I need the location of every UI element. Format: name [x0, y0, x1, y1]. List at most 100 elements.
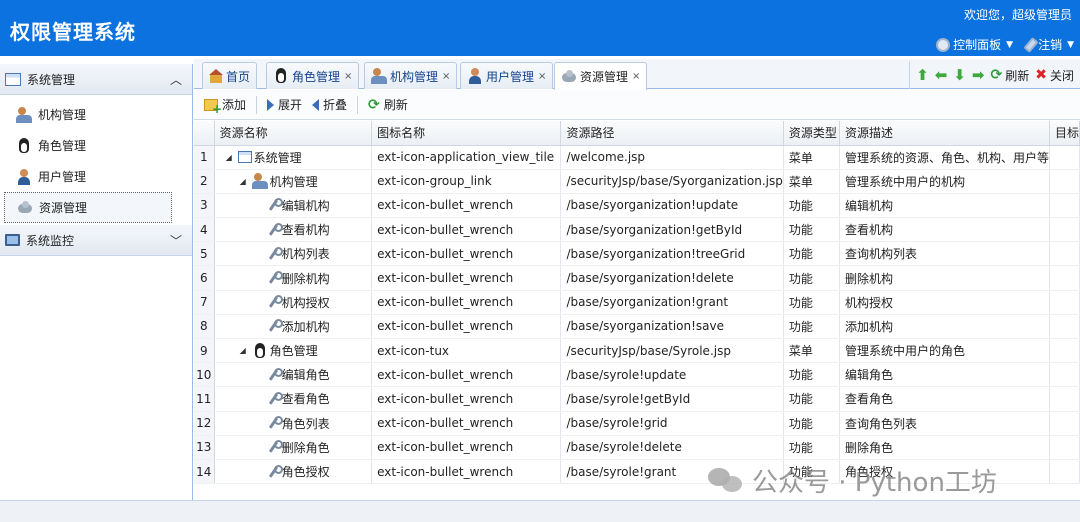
- cell-name: 查看机构: [214, 217, 373, 243]
- cell-path: /welcome.jsp: [560, 145, 784, 170]
- accordion-system-monitor[interactable]: 系统监控 ﹀: [0, 225, 192, 256]
- sidebar-item-resources[interactable]: 资源管理: [4, 192, 172, 223]
- accordion-label: 系统监控: [26, 233, 75, 248]
- table-row[interactable]: 10 编辑角色 ext-icon-bullet_wrench/base/syrole…: [194, 362, 1080, 388]
- add-button[interactable]: 添加: [204, 96, 246, 116]
- table-row[interactable]: 6 删除机构 ext-icon-bullet_wrench/base/syorgan…: [194, 265, 1080, 291]
- tree-expander-icon[interactable]: ◢: [240, 177, 250, 186]
- close-icon[interactable]: ×: [632, 71, 640, 82]
- cell-type: 功能: [783, 411, 840, 436]
- wrench-icon: [266, 416, 283, 430]
- table-row[interactable]: 11 查看角色 ext-icon-bullet_wrench/base/syrole…: [194, 386, 1080, 412]
- resource-name: 查看角色: [281, 392, 330, 407]
- resource-name: 添加机构: [281, 319, 330, 334]
- close-icon[interactable]: ×: [538, 71, 546, 82]
- column-header-name[interactable]: 资源名称: [214, 121, 373, 146]
- tux-icon: [16, 137, 32, 154]
- control-panel-menu[interactable]: 控制面板 ▼: [936, 36, 1013, 53]
- table-row[interactable]: 9 ◢ 角色管理 ext-icon-tux/securityJsp/base/Syro…: [194, 338, 1080, 364]
- table-row[interactable]: 1 ◢ 系统管理 ext-icon-application_view_tile/wel…: [194, 145, 1080, 170]
- resource-name: 删除角色: [281, 440, 330, 455]
- table-row[interactable]: 2 ◢ 机构管理 ext-icon-group_link/securityJsp/ba…: [194, 169, 1080, 194]
- sidebar-item-users[interactable]: 用户管理: [4, 161, 172, 192]
- cell-icon-name: ext-icon-tux: [371, 338, 562, 364]
- chevron-down-icon: ▼: [1067, 39, 1074, 50]
- cell-icon-name: ext-icon-bullet_wrench: [371, 193, 562, 219]
- cell-path: /base/syrole!delete: [560, 435, 784, 460]
- tab-roles[interactable]: 角色管理 ×: [266, 62, 360, 89]
- tab-home[interactable]: 首页: [202, 62, 258, 89]
- resource-name: 查看机构: [281, 223, 330, 238]
- column-header-type[interactable]: 资源类型: [783, 121, 840, 146]
- tree-expander-icon[interactable]: ◢: [226, 153, 236, 162]
- sidebar-item-roles[interactable]: 角色管理: [4, 130, 172, 161]
- cell-path: /base/syrole!grant: [560, 459, 784, 485]
- cell-target: [1049, 411, 1080, 436]
- table-row[interactable]: 8 添加机构 ext-icon-bullet_wrench/base/syorgan…: [194, 314, 1080, 340]
- tab-refresh-button[interactable]: ⟳ 刷新: [991, 67, 1030, 84]
- cell-type: 功能: [783, 290, 840, 315]
- sidebar-item-organization[interactable]: 机构管理: [4, 99, 172, 130]
- accordion-system-management[interactable]: 系统管理 ︿: [0, 64, 192, 95]
- tab-resources[interactable]: 资源管理 ×: [554, 62, 648, 90]
- tab-organization[interactable]: 机构管理 ×: [364, 62, 458, 89]
- cell-name: 机构授权: [214, 290, 373, 315]
- table-row[interactable]: 7 机构授权 ext-icon-bullet_wrench/base/syorgan…: [194, 290, 1080, 315]
- cell-desc: 查询角色列表: [839, 411, 1050, 436]
- gear-icon: [936, 37, 951, 52]
- cell-desc: 管理系统的资源、角色、机构、用户等: [839, 145, 1050, 170]
- tab-tools: ⬆ ⬅ ⬇ ➡ ⟳ 刷新 ✖ 关闭: [909, 61, 1080, 89]
- cell-target: [1049, 265, 1080, 291]
- tab-label: 机构管理: [390, 69, 439, 84]
- cell-icon-name: ext-icon-bullet_wrench: [371, 435, 562, 460]
- table-body: 1 ◢ 系统管理 ext-icon-application_view_tile/wel…: [194, 145, 1080, 485]
- cell-path: /base/syrole!update: [560, 362, 784, 388]
- toolbar-separator: [357, 95, 359, 114]
- tab-label: 用户管理: [486, 69, 535, 84]
- table-row[interactable]: 12 角色列表 ext-icon-bullet_wrench/base/syrole…: [194, 411, 1080, 436]
- tab-close-label: 关闭: [1049, 68, 1074, 83]
- cell-path: /base/syorganization!grant: [560, 290, 784, 315]
- cell-type: 菜单: [783, 169, 840, 194]
- tree-expander-icon[interactable]: ◢: [240, 346, 250, 355]
- logout-menu[interactable]: 注销 ▼: [1023, 36, 1074, 53]
- collapse-button[interactable]: 折叠: [312, 96, 347, 113]
- refresh-icon: ⟳: [990, 67, 1003, 83]
- column-header-desc[interactable]: 资源描述: [839, 121, 1050, 146]
- cell-path: /base/syrole!grid: [560, 411, 784, 436]
- tab-close-button[interactable]: ✖ 关闭: [1035, 67, 1074, 84]
- wrench-icon: [266, 222, 283, 237]
- refresh-icon: ⟳: [368, 96, 380, 113]
- chevron-down-icon[interactable]: ﹀: [170, 232, 182, 249]
- close-icon[interactable]: ×: [344, 71, 352, 82]
- cell-name: 角色授权: [214, 459, 373, 485]
- column-header-icon[interactable]: 图标名称: [371, 121, 562, 146]
- refresh-button[interactable]: ⟳ 刷新: [368, 96, 408, 113]
- sidebar-item-label: 机构管理: [38, 108, 87, 122]
- table-row[interactable]: 4 查看机构 ext-icon-bullet_wrench/base/syorgan…: [194, 217, 1080, 243]
- column-header-path[interactable]: 资源路径: [560, 121, 784, 146]
- cell-icon-name: ext-icon-bullet_wrench: [371, 265, 562, 291]
- table-row[interactable]: 13 删除角色 ext-icon-bullet_wrench/base/syrole…: [194, 435, 1080, 460]
- user-icon: [467, 68, 483, 84]
- resource-name: 角色授权: [281, 465, 330, 480]
- table-row[interactable]: 14 角色授权 ext-icon-bullet_wrench/base/syrole…: [194, 459, 1080, 485]
- arrow-left-icon[interactable]: ⬅: [935, 66, 948, 84]
- cell-desc: 查看角色: [839, 386, 1050, 412]
- table-row[interactable]: 5 机构列表 ext-icon-bullet_wrench/base/syorgan…: [194, 241, 1080, 267]
- expand-button[interactable]: 展开: [267, 96, 302, 113]
- arrow-right-icon[interactable]: ➡: [972, 66, 985, 84]
- chevron-up-icon[interactable]: ︿: [170, 71, 182, 88]
- logout-label: 注销: [1038, 38, 1063, 52]
- tab-users[interactable]: 用户管理 ×: [460, 62, 554, 89]
- arrow-down-icon[interactable]: ⬇: [953, 66, 966, 84]
- cell-icon-name: ext-icon-bullet_wrench: [371, 459, 562, 485]
- cell-desc: 管理系统中用户的角色: [839, 338, 1050, 364]
- cell-target: [1049, 314, 1080, 340]
- arrow-up-icon[interactable]: ⬆: [916, 66, 929, 84]
- cell-type: 菜单: [783, 145, 840, 170]
- cell-path: /base/syorganization!delete: [560, 265, 784, 291]
- column-header-target[interactable]: 目标: [1049, 121, 1080, 146]
- table-row[interactable]: 3 编辑机构 ext-icon-bullet_wrench/base/syorgan…: [194, 193, 1080, 219]
- close-icon[interactable]: ×: [442, 71, 450, 82]
